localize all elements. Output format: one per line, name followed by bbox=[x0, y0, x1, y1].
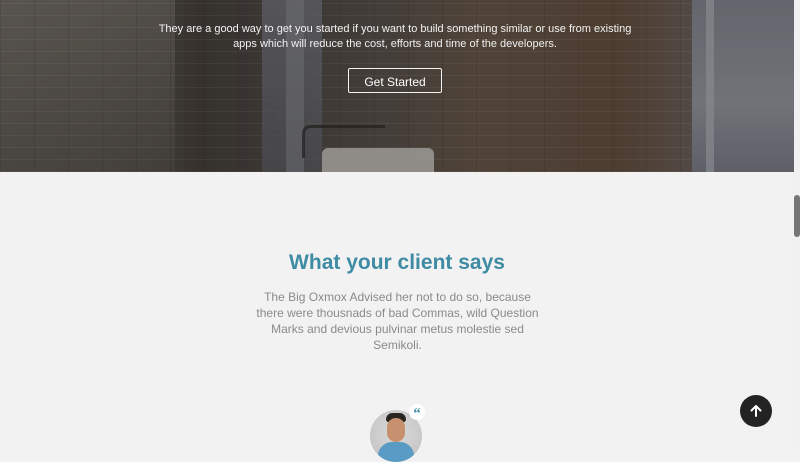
section-description: The Big Oxmox Advised her not to do so, … bbox=[256, 290, 539, 352]
arrow-up-icon bbox=[750, 405, 762, 417]
scrollbar-thumb[interactable] bbox=[794, 195, 800, 237]
hero-description: They are a good way to get you started i… bbox=[158, 23, 632, 50]
quote-icon: “ bbox=[409, 404, 425, 422]
hero-banner: They are a good way to get you started i… bbox=[0, 0, 794, 172]
avatar-shirt bbox=[378, 442, 414, 462]
scroll-to-top-button[interactable] bbox=[740, 395, 772, 427]
section-title: What your client says bbox=[289, 251, 505, 274]
get-started-button[interactable]: Get Started bbox=[348, 68, 442, 93]
avatar-face bbox=[387, 418, 405, 442]
